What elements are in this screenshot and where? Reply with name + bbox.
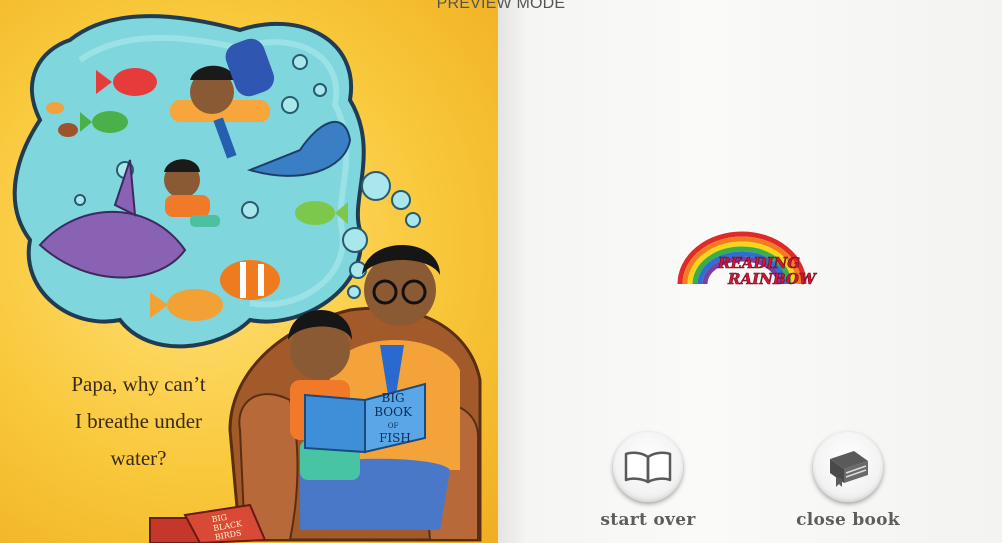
green-fish bbox=[92, 111, 128, 133]
close-book-button[interactable]: close book bbox=[773, 432, 923, 530]
start-over-label[interactable]: start over bbox=[573, 510, 723, 530]
clown-fish bbox=[220, 260, 280, 300]
book-word-1: BIG bbox=[382, 391, 405, 405]
logo-word-2: RAINBOW bbox=[727, 270, 818, 288]
red-fish bbox=[113, 68, 157, 96]
story-line-3: water? bbox=[110, 446, 167, 470]
book-word-2: BOOK bbox=[374, 405, 413, 419]
reading-rainbow-logo: READING RAINBOW bbox=[676, 228, 826, 295]
close-book-label[interactable]: close book bbox=[773, 510, 923, 530]
story-line-1: Papa, why can’t bbox=[71, 372, 206, 396]
orange-fish bbox=[167, 289, 223, 321]
story-text: Papa, why can’t I breathe under water? bbox=[46, 366, 231, 477]
floor-books: BIG BLACK BIRDS bbox=[149, 503, 267, 543]
start-over-button[interactable]: start over bbox=[573, 432, 723, 530]
open-book-icon bbox=[624, 451, 672, 484]
lime-fish bbox=[295, 201, 335, 225]
left-book-page: BIG BOOK OF FISH BIG BLACK BIRDS Papa, w… bbox=[0, 0, 498, 543]
closed-book-icon bbox=[830, 451, 868, 487]
start-over-circle[interactable] bbox=[613, 432, 683, 502]
svg-text:READING RAINBOW: READING RAINBOW bbox=[717, 254, 818, 288]
book-word-3: OF bbox=[388, 422, 399, 430]
book-word-4: FISH bbox=[379, 431, 411, 445]
preview-mode-banner: PREVIEW MODE bbox=[436, 0, 566, 12]
story-line-2: I breathe under bbox=[74, 409, 203, 433]
close-book-circle[interactable] bbox=[813, 432, 883, 502]
